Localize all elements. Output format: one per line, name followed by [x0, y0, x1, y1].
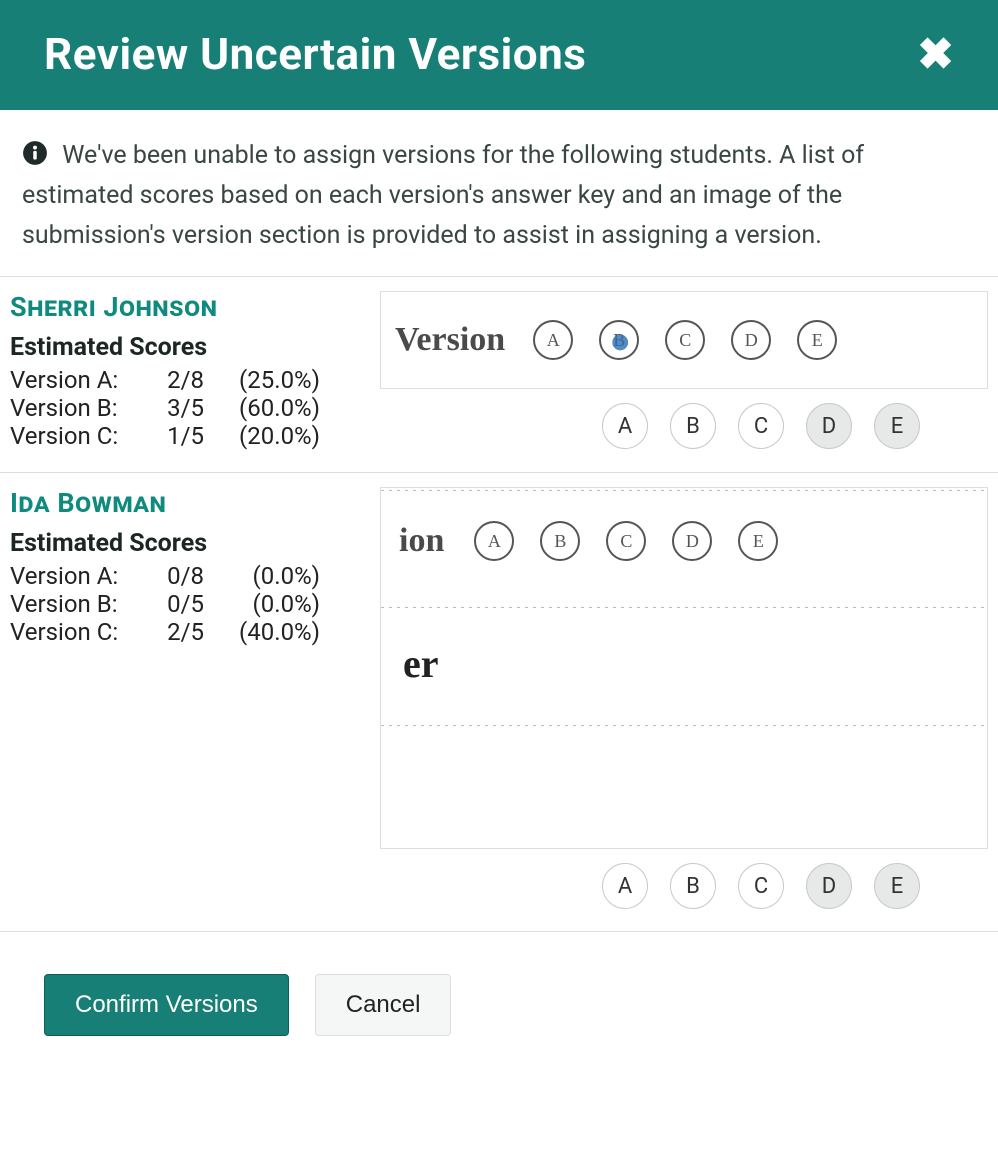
scan-bubble: C — [665, 320, 705, 360]
scan-bubbles: A B C D E — [533, 320, 837, 360]
version-choice[interactable]: E — [874, 863, 920, 909]
modal-title: Review Uncertain Versions — [44, 28, 586, 80]
score-percent: (60.0%) — [210, 394, 320, 422]
scan-bubble: D — [672, 521, 712, 561]
score-row: Version C: 2/5 (40.0%) — [10, 618, 364, 646]
close-icon[interactable]: ✖ — [917, 32, 954, 76]
version-choice[interactable]: C — [738, 863, 784, 909]
cancel-button[interactable]: Cancel — [315, 974, 452, 1036]
scan-version-label: ion — [399, 522, 444, 560]
scan-bubble: A — [533, 320, 573, 360]
version-choice[interactable]: E — [874, 403, 920, 449]
confirm-versions-button[interactable]: Confirm Versions — [44, 974, 289, 1036]
modal-header: Review Uncertain Versions ✖ — [0, 0, 998, 110]
scan-version-label: Version — [395, 321, 505, 359]
score-row: Version A: 2/8 (25.0%) — [10, 366, 364, 394]
scan-bubble: B — [540, 521, 580, 561]
student-block: Sherri Johnson Estimated Scores Version … — [0, 276, 998, 472]
score-row: Version C: 1/5 (20.0%) — [10, 422, 364, 450]
estimated-scores-heading: Estimated Scores — [10, 333, 364, 362]
version-choice[interactable]: D — [806, 403, 852, 449]
scan-bubble: E — [738, 521, 778, 561]
scan-bubbles: A B C D E — [474, 521, 778, 561]
score-percent: (25.0%) — [210, 366, 320, 394]
version-choice[interactable]: B — [670, 403, 716, 449]
score-fraction: 2/8 — [140, 366, 210, 394]
score-label: Version B: — [10, 394, 140, 422]
score-fraction: 2/5 — [140, 618, 210, 646]
version-choice[interactable]: C — [738, 403, 784, 449]
scan-bubble: E — [797, 320, 837, 360]
scan-bubble: C — [606, 521, 646, 561]
student-name: Sherri Johnson — [10, 291, 364, 323]
score-fraction: 1/5 — [140, 422, 210, 450]
info-text: We've been unable to assign versions for… — [22, 141, 864, 250]
score-label: Version A: — [10, 562, 140, 590]
score-label: Version A: — [10, 366, 140, 394]
score-percent: (20.0%) — [210, 422, 320, 450]
score-label: Version C: — [10, 422, 140, 450]
modal-footer: Confirm Versions Cancel — [0, 931, 998, 1074]
version-choice[interactable]: D — [806, 863, 852, 909]
score-percent: (0.0%) — [210, 590, 320, 618]
score-percent: (0.0%) — [210, 562, 320, 590]
scan-preview: ion A B C D E er — [380, 487, 988, 849]
score-fraction: 3/5 — [140, 394, 210, 422]
score-label: Version B: — [10, 590, 140, 618]
info-banner: We've been unable to assign versions for… — [0, 110, 998, 276]
scan-stray-text: er — [381, 610, 987, 695]
score-fraction: 0/8 — [140, 562, 210, 590]
score-fraction: 0/5 — [140, 590, 210, 618]
score-row: Version B: 0/5 (0.0%) — [10, 590, 364, 618]
estimated-scores-heading: Estimated Scores — [10, 529, 364, 558]
score-label: Version C: — [10, 618, 140, 646]
version-choice[interactable]: B — [670, 863, 716, 909]
scan-bubble: B — [599, 320, 639, 360]
score-row: Version B: 3/5 (60.0%) — [10, 394, 364, 422]
version-choice[interactable]: A — [602, 403, 648, 449]
scan-bubble: D — [731, 320, 771, 360]
version-choice-group: A B C D E — [380, 863, 988, 909]
student-name: Ida Bowman — [10, 487, 364, 519]
score-row: Version A: 0/8 (0.0%) — [10, 562, 364, 590]
scan-preview: Version A B C D E — [380, 291, 988, 389]
version-choice[interactable]: A — [602, 863, 648, 909]
scan-bubble: A — [474, 521, 514, 561]
student-block: Ida Bowman Estimated Scores Version A: 0… — [0, 472, 998, 931]
version-choice-group: A B C D E — [380, 403, 988, 449]
info-icon — [22, 140, 48, 166]
score-percent: (40.0%) — [210, 618, 320, 646]
